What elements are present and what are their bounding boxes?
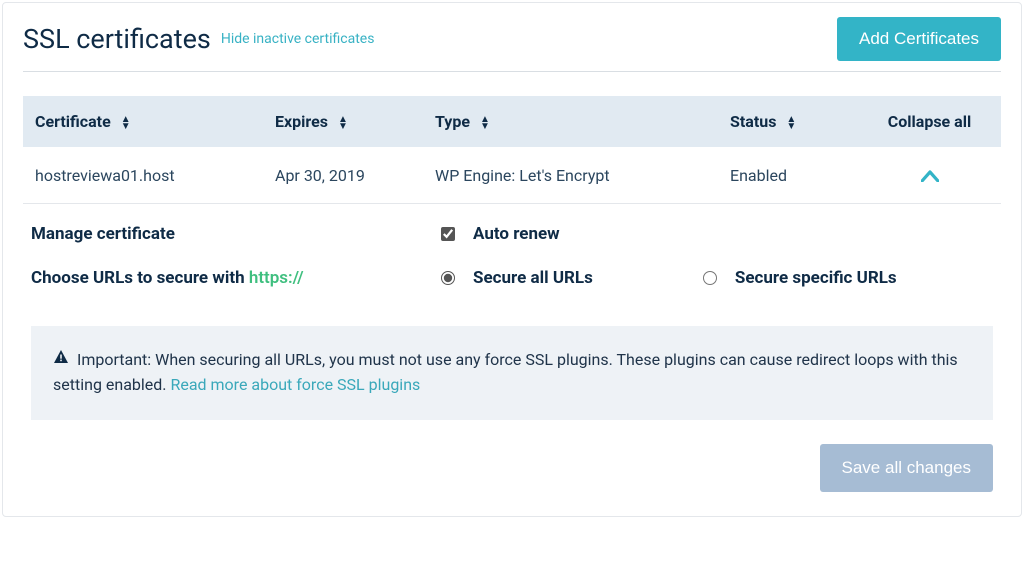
choose-urls-label: Choose URLs to secure with https:// [31, 268, 441, 288]
hide-inactive-link[interactable]: Hide inactive certificates [221, 31, 375, 47]
auto-renew-checkbox[interactable] [441, 227, 455, 241]
https-label: https:// [249, 268, 304, 288]
read-more-link[interactable]: Read more about force SSL plugins [170, 375, 420, 394]
cell-type: WP Engine: Let's Encrypt [435, 166, 730, 185]
save-row: Save all changes [31, 444, 993, 492]
cell-status: Enabled [730, 166, 870, 185]
cell-certificate: hostreviewa01.host [35, 166, 275, 185]
sort-icon: ▲▼ [480, 116, 490, 130]
row-collapse-toggle[interactable] [870, 163, 989, 187]
collapse-all-toggle[interactable]: Collapse all [870, 112, 989, 131]
chevron-up-icon [921, 163, 939, 187]
column-status-label: Status [730, 112, 776, 131]
add-certificates-button[interactable]: Add Certificates [837, 17, 1001, 61]
choose-urls-row: Choose URLs to secure with https:// Secu… [31, 256, 993, 300]
auto-renew-label: Auto renew [473, 224, 560, 244]
warning-icon [53, 350, 73, 369]
secure-all-radio[interactable] [441, 271, 455, 285]
ssl-certificates-panel: SSL certificates Hide inactive certifica… [2, 2, 1022, 517]
secure-specific-radio[interactable] [703, 271, 717, 285]
secure-all-label: Secure all URLs [473, 268, 593, 288]
column-expires[interactable]: Expires ▲▼ [275, 112, 435, 131]
column-certificate[interactable]: Certificate ▲▼ [35, 112, 275, 131]
sort-icon: ▲▼ [121, 116, 131, 130]
manage-certificate-label: Manage certificate [31, 224, 441, 244]
column-certificate-label: Certificate [35, 112, 111, 131]
choose-urls-prefix: Choose URLs to secure with [31, 268, 249, 288]
page-title: SSL certificates [23, 23, 211, 55]
sort-icon: ▲▼ [786, 116, 796, 130]
table-row: hostreviewa01.host Apr 30, 2019 WP Engin… [23, 147, 1001, 204]
cell-expires: Apr 30, 2019 [275, 166, 435, 185]
column-status[interactable]: Status ▲▼ [730, 112, 870, 131]
sort-icon: ▲▼ [338, 116, 348, 130]
column-type-label: Type [435, 112, 470, 131]
collapse-all-label: Collapse all [888, 112, 971, 131]
panel-header: SSL certificates Hide inactive certifica… [23, 17, 1001, 72]
table-header: Certificate ▲▼ Expires ▲▼ Type ▲▼ Status… [23, 96, 1001, 147]
secure-all-option[interactable]: Secure all URLs [441, 268, 593, 288]
secure-specific-option[interactable]: Secure specific URLs [703, 268, 897, 288]
important-notice: Important: When securing all URLs, you m… [31, 326, 993, 420]
column-expires-label: Expires [275, 112, 328, 131]
manage-certificate-row: Manage certificate Auto renew [31, 212, 993, 256]
auto-renew-option[interactable]: Auto renew [441, 224, 560, 244]
column-type[interactable]: Type ▲▼ [435, 112, 730, 131]
secure-specific-label: Secure specific URLs [735, 268, 897, 288]
save-all-changes-button[interactable]: Save all changes [820, 444, 993, 492]
certificate-detail: Manage certificate Auto renew Choose URL… [23, 204, 1001, 492]
